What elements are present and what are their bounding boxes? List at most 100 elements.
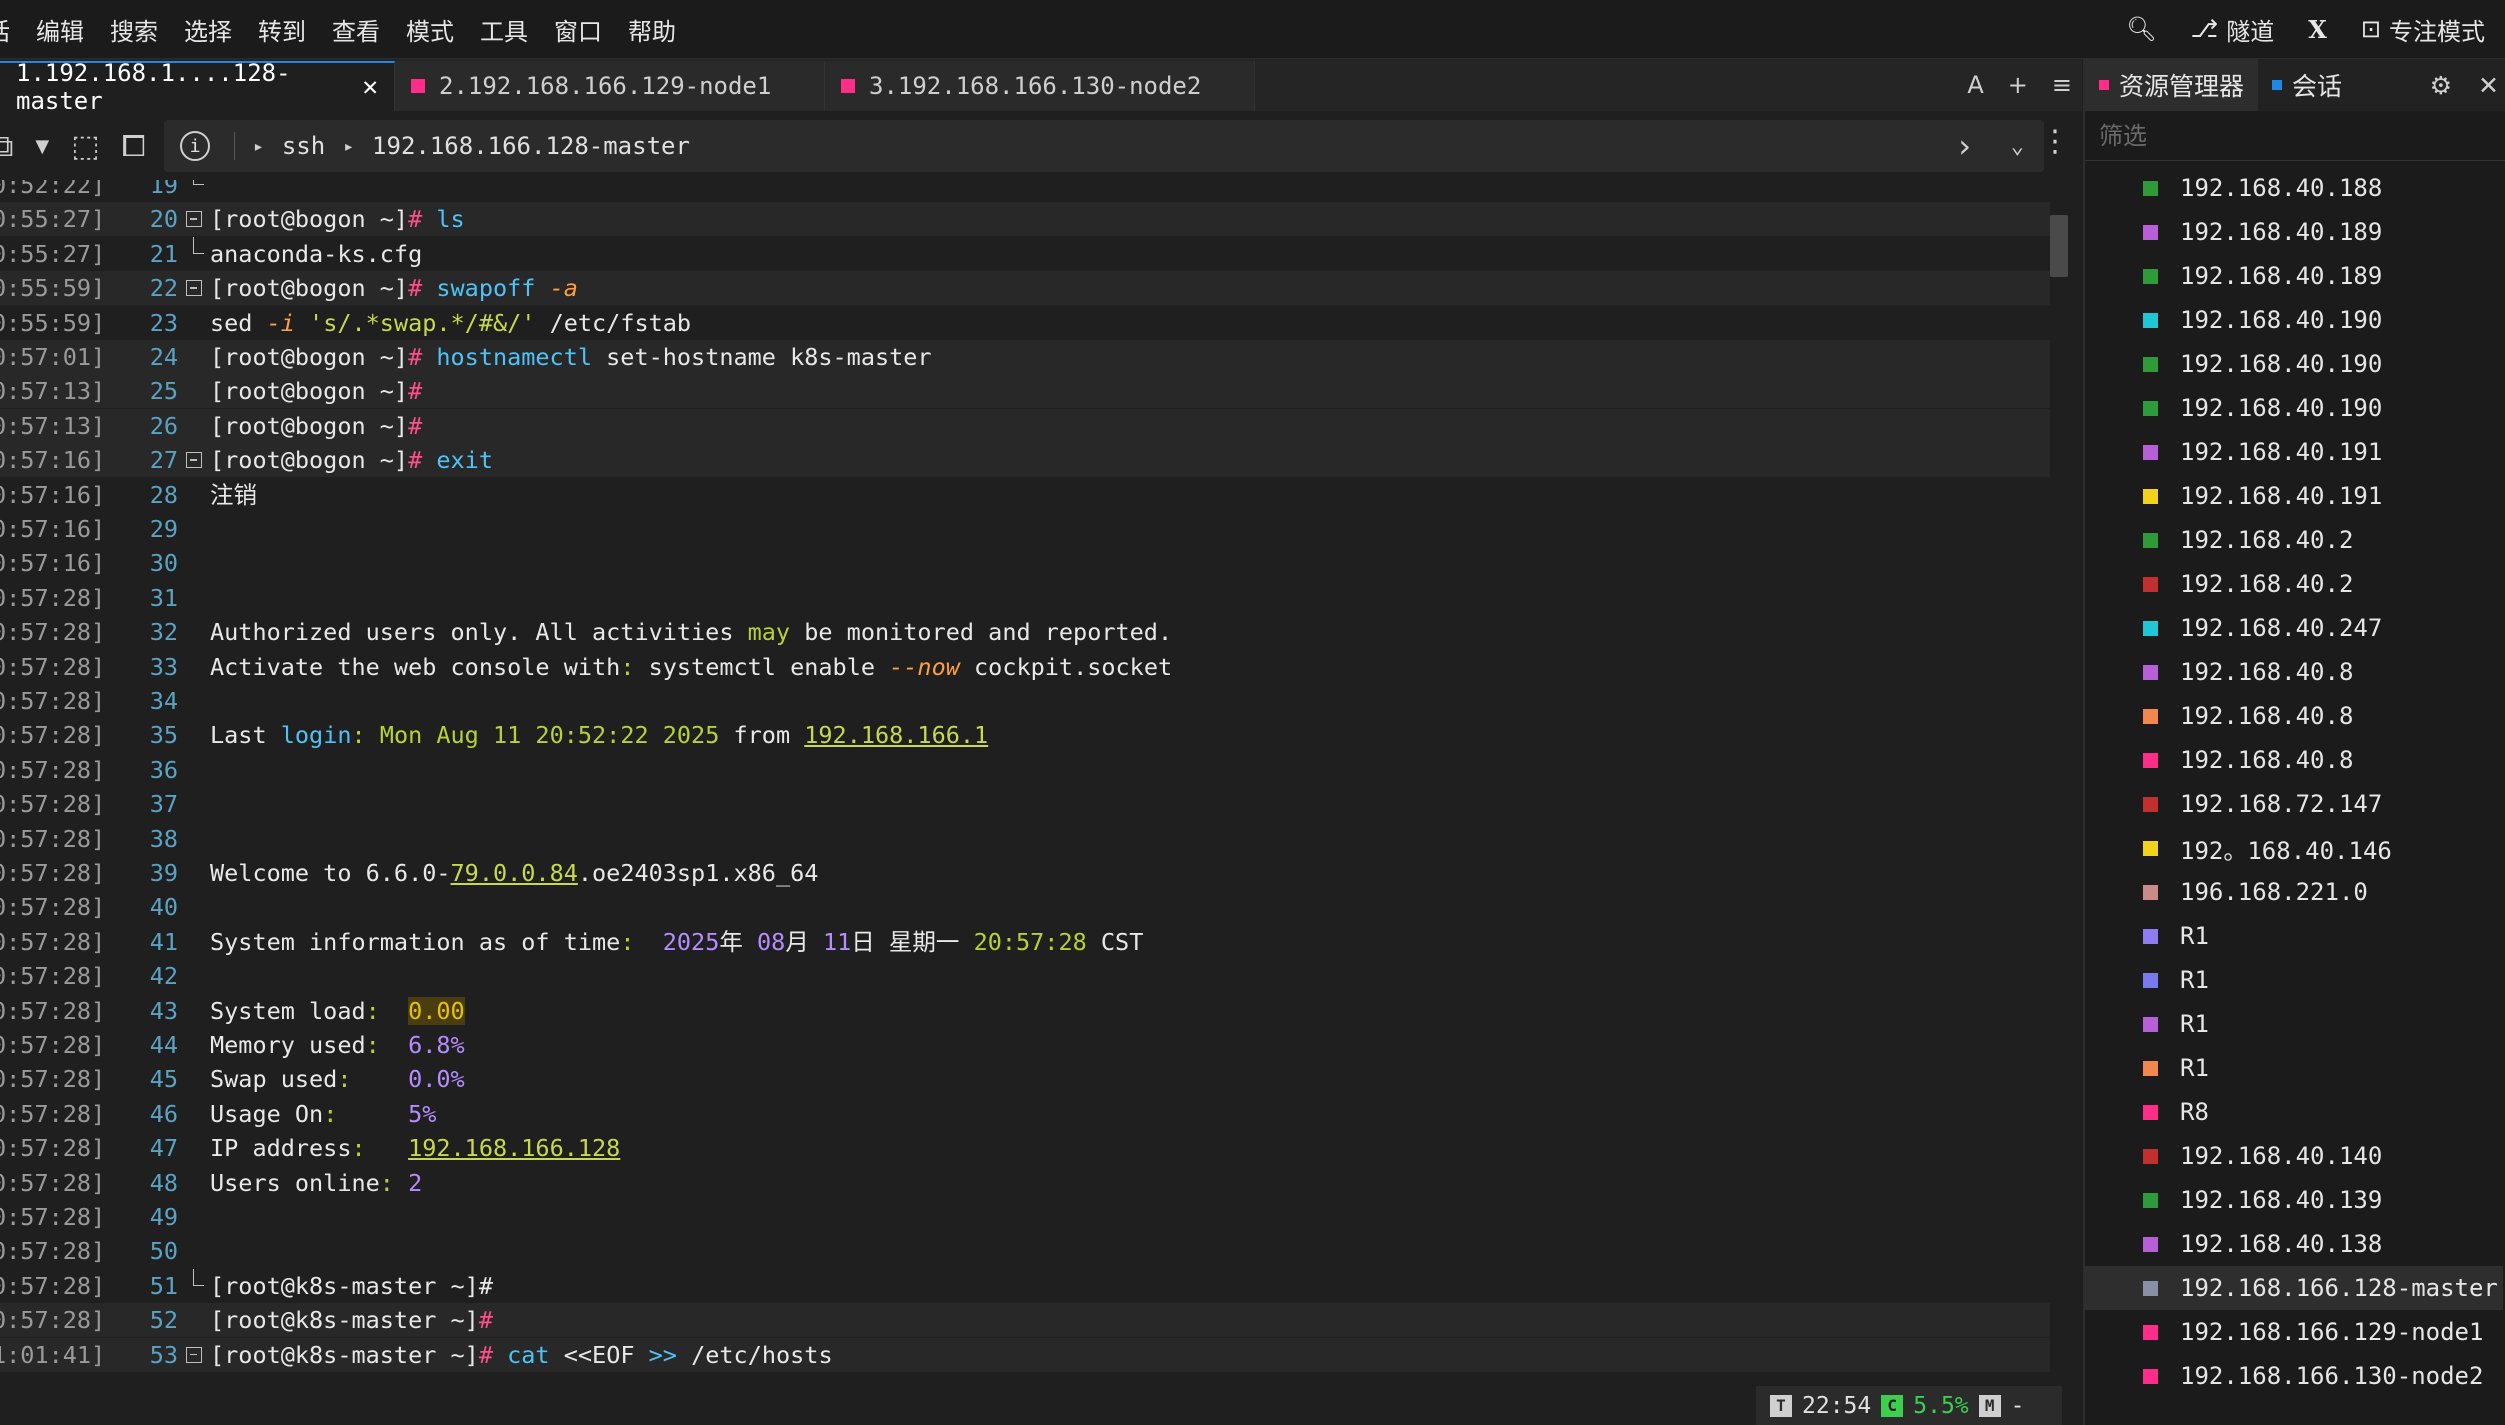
fold-toggle-icon[interactable] [186, 280, 202, 297]
line-text: Activate the web console with: systemctl… [210, 650, 1172, 684]
close-icon[interactable]: ✕ [362, 72, 378, 102]
line-number: 29 [149, 515, 178, 543]
host-name: 192.168.40.8 [2180, 702, 2354, 730]
host-item[interactable]: 192.168.166.130-node2 [2085, 1354, 2503, 1398]
filter-input[interactable] [2085, 111, 2505, 161]
host-item[interactable]: R1 [2085, 914, 2503, 958]
menu-item[interactable]: 模式 [406, 12, 454, 47]
chevron-down-icon[interactable]: ⌄ [2011, 134, 2024, 159]
line-text: Authorized users only. All activities ma… [210, 615, 1172, 649]
menu-item[interactable]: 工具 [480, 12, 528, 47]
tab-explorer[interactable]: 资源管理器 [2085, 59, 2259, 111]
host-item[interactable]: R8 [2085, 1090, 2503, 1134]
host-item[interactable]: 192.168.40.188 [2085, 166, 2503, 210]
host-item[interactable]: 192.168.40.140 [2085, 1134, 2503, 1178]
menu-item[interactable]: 窗口 [554, 12, 602, 47]
address-bar[interactable]: i ▸ ssh ▸ 192.168.166.128-master › ⌄ [164, 120, 2044, 172]
line-timestamp: 0:57:13] [0, 377, 106, 406]
menu-item[interactable]: 帮助 [628, 12, 676, 47]
sessions-dot [2272, 80, 2283, 90]
menu-item[interactable]: 转到 [258, 12, 306, 47]
keyword: : [337, 1065, 352, 1094]
text-segment: Authorized users only. All activities [210, 618, 748, 647]
host-item[interactable]: 192.168.40.8 [2085, 694, 2503, 738]
fold-toggle-icon[interactable] [186, 211, 202, 228]
host-name: 192。168.40.146 [2180, 836, 2392, 865]
keyword: : [379, 1168, 394, 1197]
host-item[interactable]: 192.168.166.129-node1 [2085, 1310, 2503, 1354]
command-option: --now [889, 652, 960, 681]
x-button[interactable]: X [2308, 15, 2327, 44]
breadcrumb-protocol: ssh [281, 132, 326, 160]
info-value: 6.8% [408, 1031, 465, 1059]
text-segment: systemctl enable [634, 652, 890, 681]
host-item[interactable]: 192.168.40.2 [2085, 518, 2503, 562]
host-item[interactable]: 196.168.221.0 [2085, 870, 2503, 914]
tunnel-button[interactable]: ⎇ 隧道 [2191, 12, 2275, 47]
host-item[interactable]: 192.168.40.190 [2085, 386, 2503, 430]
host-item[interactable]: 192.168.40.2 [2085, 562, 2503, 606]
host-item[interactable]: 192.168.40.8 [2085, 650, 2503, 694]
text-segment: from [719, 721, 805, 750]
menu-item[interactable]: 选择 [184, 12, 232, 47]
detach-icon[interactable]: ⬚ [71, 129, 99, 164]
chevron-right-icon[interactable]: › [1955, 127, 1974, 165]
terminal-line: 0:57:28] 45 Swap used: 0.0% [0, 1062, 2050, 1096]
gear-icon[interactable]: ⚙ [2430, 71, 2452, 100]
line-timestamp: 0:57:28] [0, 755, 106, 784]
host-item[interactable]: 192.168.40.247 [2085, 606, 2503, 650]
add-tab-button[interactable]: + [2008, 71, 2028, 99]
host-item[interactable]: 192.168.40.139 [2085, 1178, 2503, 1222]
line-number: 53 [149, 1340, 178, 1369]
host-item[interactable]: 192.168.40.191 [2085, 474, 2503, 518]
info-icon[interactable]: i [180, 131, 210, 161]
line-text: Usage On: 5% [210, 1097, 436, 1131]
tab-sessions[interactable]: 会话 [2258, 59, 2356, 111]
fold-toggle-icon[interactable] [186, 1346, 202, 1363]
search-icon[interactable]: 🔍︎ [2126, 15, 2156, 43]
host-item[interactable]: R1 [2085, 958, 2503, 1002]
tab-tools: A + ≡ [1967, 59, 2072, 111]
host-item[interactable]: 192.168.40.190 [2085, 298, 2503, 342]
menu-item[interactable]: 搜索 [110, 12, 158, 47]
terminal-line: 0:57:28] 31 [0, 581, 2050, 615]
tab-master[interactable]: 1.192.168.1....128-master ✕ [0, 59, 395, 115]
font-button[interactable]: A [1967, 71, 1983, 99]
tab-node2[interactable]: 3.192.168.166.130-node2 [825, 61, 1255, 111]
menu-item[interactable]: 查看 [332, 12, 380, 47]
chevron-down-icon[interactable]: ▼ [35, 136, 49, 157]
host-item[interactable]: R1 [2085, 1002, 2503, 1046]
terminal-line: 0:57:28] 33 Activate the web console with:… [0, 650, 2050, 684]
new-terminal-icon[interactable]: ⧉ [0, 129, 13, 164]
fold-toggle-icon[interactable] [186, 452, 202, 469]
host-item[interactable]: 192.168.40.190 [2085, 342, 2503, 386]
menu-item[interactable]: 话 [0, 12, 10, 47]
host-item[interactable]: 192.168.40.8 [2085, 738, 2503, 782]
host-item[interactable]: 192.168.40.191 [2085, 430, 2503, 474]
menu-item[interactable]: 编辑 [36, 12, 84, 47]
tab-node1[interactable]: 2.192.168.166.129-node1 [395, 61, 825, 111]
text-segment: Usage On [210, 1099, 324, 1128]
terminal-line: 1:01:41] 53 [root@k8s-master ~]# cat <<EOF… [0, 1337, 2050, 1372]
host-item[interactable]: 192.168.40.138 [2085, 1222, 2503, 1266]
text-segment: Swap used [210, 1065, 338, 1094]
host-item[interactable]: R1 [2085, 1046, 2503, 1090]
host-item[interactable]: 192.168.40.189 [2085, 254, 2503, 298]
host-item[interactable]: 192。168.40.146 [2085, 826, 2503, 870]
host-item[interactable]: 192.168.72.147 [2085, 782, 2503, 826]
duplicate-icon[interactable]: ⧠ [122, 129, 146, 164]
focus-mode-button[interactable]: ⊡ 专注模式 [2361, 12, 2485, 47]
tab-menu-button[interactable]: ≡ [2052, 71, 2072, 99]
host-item[interactable]: 192.168.40.189 [2085, 210, 2503, 254]
terminal-output[interactable]: 0:52:22] 19 0:55:27] 20 [root@bogon ~]# ls 0:… [0, 180, 2082, 1380]
line-timestamp: 0:57:28] [0, 1099, 106, 1128]
terminal-scrollbar[interactable] [2050, 215, 2068, 277]
more-options-icon[interactable]: ⋮ [2040, 124, 2070, 159]
line-number: 25 [149, 377, 178, 406]
close-icon[interactable]: ✕ [2478, 71, 2499, 100]
line-timestamp: 0:55:59] [0, 308, 106, 337]
line-timestamp: 0:57:28] [0, 996, 106, 1025]
host-item[interactable]: 192.168.166.128-master [2085, 1266, 2503, 1310]
line-number: 42 [149, 962, 178, 991]
line-timestamp: 0:57:28] [0, 1237, 106, 1266]
